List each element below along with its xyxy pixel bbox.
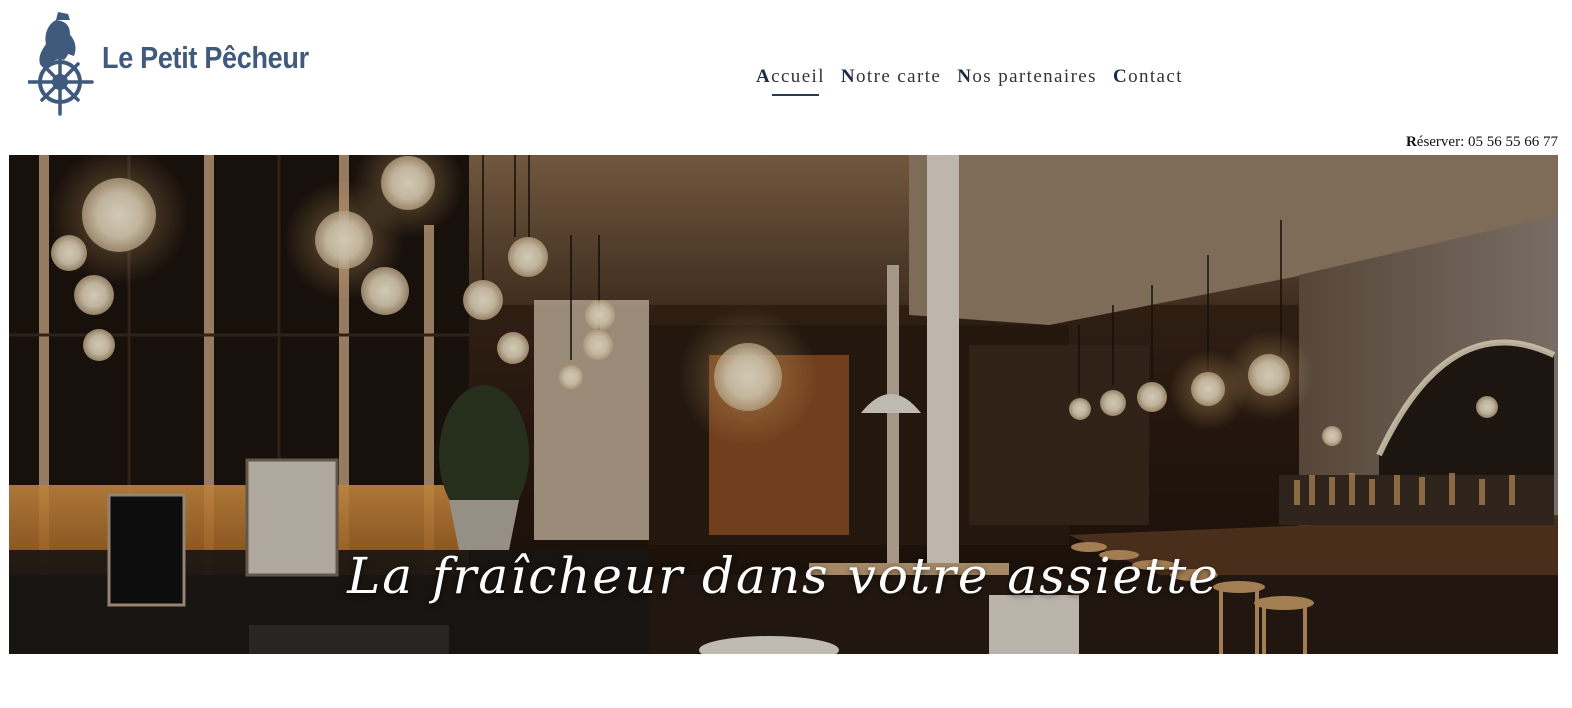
nav-nos-partenaires-label: os partenaires	[972, 66, 1097, 87]
reservation-phone[interactable]: Réserver: 05 56 55 66 77	[1406, 134, 1558, 151]
nav-nos-partenaires[interactable]: Nos partenaires	[957, 66, 1097, 88]
nav-notre-carte-label: otre carte	[856, 66, 942, 87]
reserve-label: éserver:	[1416, 134, 1465, 150]
reserve-initial: R	[1405, 134, 1417, 150]
nav-contact[interactable]: Contact	[1113, 66, 1183, 88]
hero-banner: La fraîcheur dans votre assiette	[9, 155, 1558, 654]
nav-nos-partenaires-initial: N	[957, 66, 973, 87]
nav-contact-label: ontact	[1128, 66, 1183, 87]
main-nav: Accueil Notre carte Nos partenaires Cont…	[756, 66, 1183, 96]
logo[interactable]: Le Petit Pêcheur	[28, 10, 309, 116]
nav-accueil[interactable]: Accueil	[756, 66, 825, 96]
nav-notre-carte[interactable]: Notre carte	[841, 66, 941, 88]
hero-tagline: La fraîcheur dans votre assiette	[347, 547, 1220, 605]
phone-number: 05 56 55 66 77	[1468, 134, 1558, 150]
nav-accueil-initial: A	[756, 66, 772, 87]
nav-accueil-label: ccueil	[771, 66, 825, 87]
brand-name: Le Petit Pêcheur	[102, 40, 309, 75]
fisherman-helm-icon	[28, 12, 94, 116]
nav-notre-carte-initial: N	[840, 66, 857, 87]
nav-contact-initial: C	[1112, 66, 1129, 87]
